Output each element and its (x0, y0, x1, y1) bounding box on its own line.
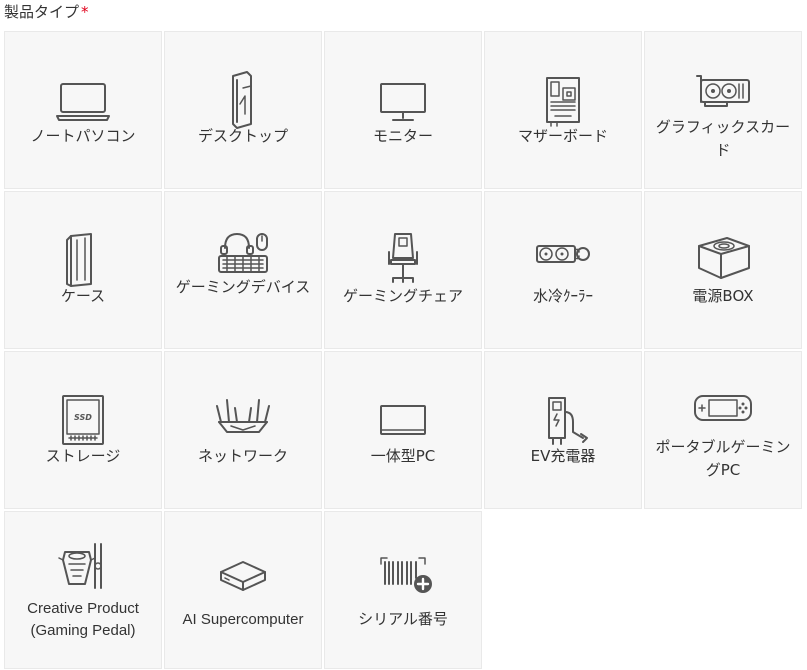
product-label: シリアル番号 (358, 610, 448, 628)
product-tile-ai-supercomputer[interactable]: AI Supercomputer (164, 511, 322, 669)
product-tile-serial-number[interactable]: シリアル番号 (324, 511, 482, 669)
product-label: ケース (60, 287, 106, 305)
product-label: モニター (372, 127, 433, 145)
product-tile-power-supply[interactable]: 電源BOX (644, 191, 802, 349)
product-type-grid: ノートパソコン デスクトップ モニター マザーボード グラフィックスカード ケー… (4, 31, 804, 669)
product-label: Creative Product (Gaming Pedal) (27, 600, 139, 639)
product-tile-gaming-chair[interactable]: ゲーミングチェア (324, 191, 482, 349)
required-mark: * (81, 3, 89, 21)
product-tile-desktop[interactable]: デスクトップ (164, 31, 322, 189)
product-label: ノートパソコン (30, 127, 136, 145)
product-label: 一体型PC (370, 447, 436, 465)
product-label: ゲーミングデバイス (175, 278, 311, 296)
product-label: マザーボード (517, 127, 608, 145)
product-tile-monitor[interactable]: モニター (324, 31, 482, 189)
product-label: 水冷ｸｰﾗｰ (532, 287, 593, 305)
product-tile-all-in-one-pc[interactable]: 一体型PC (324, 351, 482, 509)
svg-text:SSD: SSD (74, 413, 92, 422)
product-label: ストレージ (45, 447, 121, 465)
product-label: ゲーミングチェア (342, 287, 463, 305)
product-tile-handheld-gaming-pc[interactable]: ポータブルゲーミングPC (644, 351, 802, 509)
ai-supercomputer-icon (207, 542, 279, 614)
product-label: 電源BOX (692, 287, 754, 305)
product-tile-motherboard[interactable]: マザーボード (484, 31, 642, 189)
product-type-heading: 製品タイプ * (4, 2, 89, 22)
product-label: ポータブルゲーミングPC (655, 438, 791, 479)
product-tile-laptop[interactable]: ノートパソコン (4, 31, 162, 189)
product-type-title: 製品タイプ (4, 3, 80, 21)
product-tile-network[interactable]: ネットワーク (164, 351, 322, 509)
product-label: EV充電器 (530, 447, 596, 465)
product-label: AI Supercomputer (182, 611, 304, 628)
product-tile-liquid-cooler[interactable]: 水冷ｸｰﾗｰ (484, 191, 642, 349)
serial-number-icon (367, 542, 439, 614)
product-tile-gaming-pedal[interactable]: Creative Product (Gaming Pedal) (4, 511, 162, 669)
product-tile-storage[interactable]: SSD ストレージ (4, 351, 162, 509)
product-label: ネットワーク (197, 447, 288, 465)
product-tile-ev-charger[interactable]: EV充電器 (484, 351, 642, 509)
product-label: デスクトップ (197, 127, 288, 145)
product-tile-case[interactable]: ケース (4, 191, 162, 349)
product-tile-gaming-device[interactable]: ゲーミングデバイス (164, 191, 322, 349)
product-tile-graphics-card[interactable]: グラフィックスカード (644, 31, 802, 189)
product-label: グラフィックスカード (655, 118, 791, 159)
